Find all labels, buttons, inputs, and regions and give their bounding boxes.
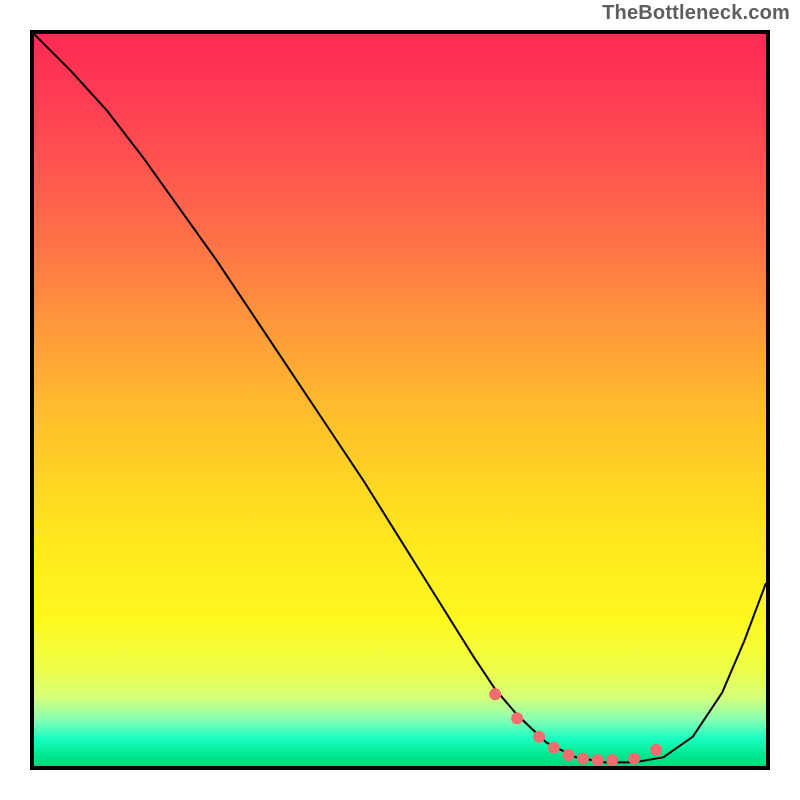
chart-svg <box>34 34 766 766</box>
floor-marker-dot <box>533 731 545 743</box>
background-gradient <box>34 34 766 766</box>
plot-area <box>30 30 770 770</box>
floor-marker-dot <box>489 688 501 700</box>
floor-marker-dot <box>592 754 604 766</box>
floor-marker-dot <box>577 753 589 765</box>
chart-container: TheBottleneck.com <box>0 0 800 800</box>
watermark-text: TheBottleneck.com <box>602 2 790 25</box>
floor-marker-dot <box>650 744 662 756</box>
floor-marker-dot <box>548 742 560 754</box>
floor-marker-dot <box>628 753 640 765</box>
floor-marker-dot <box>511 712 523 724</box>
floor-marker-dot <box>562 749 574 761</box>
floor-marker-dot <box>606 754 618 766</box>
